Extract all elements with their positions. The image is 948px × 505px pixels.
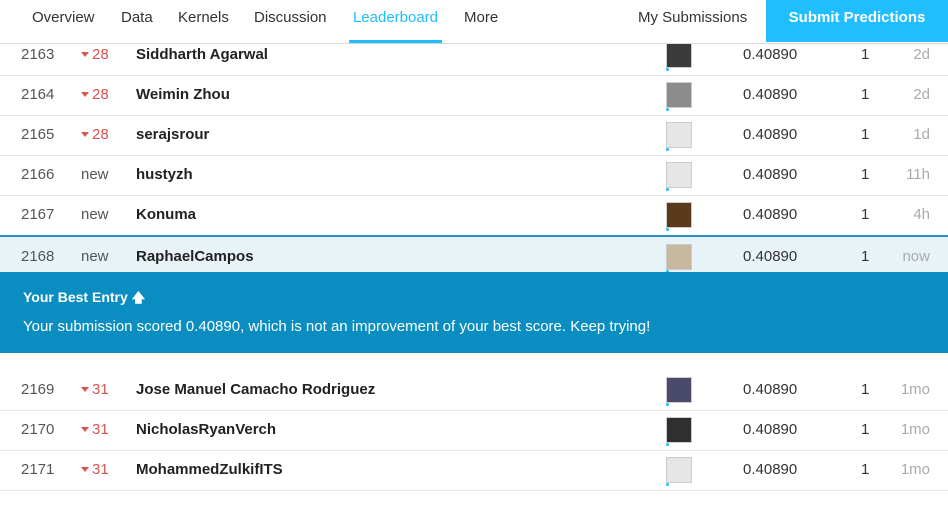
banner-message: Your submission scored 0.40890, which is… — [23, 318, 651, 335]
caret-down-icon — [81, 51, 89, 57]
avatar[interactable] — [666, 122, 692, 148]
table-row[interactable]: 2165 28 serajsrour 0.40890 1 1d — [0, 115, 948, 156]
entries: 1 — [861, 421, 870, 438]
rank-change: new — [81, 166, 109, 183]
avatar[interactable] — [666, 162, 692, 188]
last-submission: 4h — [913, 206, 930, 223]
rank-change: 28 — [81, 75, 109, 115]
team-name[interactable]: NicholasRyanVerch — [136, 410, 276, 450]
caret-down-icon — [81, 426, 89, 432]
table-row[interactable]: 2170 31 NicholasRyanVerch 0.40890 1 1mo — [0, 410, 948, 451]
tab-more[interactable]: More — [464, 0, 498, 43]
caret-down-icon — [81, 386, 89, 392]
rank-change: 28 — [81, 115, 109, 155]
table-row[interactable]: 2171 31 MohammedZulkifITS 0.40890 1 1mo — [0, 450, 948, 491]
best-entry-banner: Your Best Entry 🡅 Your submission scored … — [0, 272, 948, 353]
team-name[interactable]: hustyzh — [136, 155, 193, 195]
team-name[interactable]: Jose Manuel Camacho Rodriguez — [136, 370, 375, 410]
score: 0.40890 — [743, 126, 798, 143]
submit-predictions-button[interactable]: Submit Predictions — [766, 0, 948, 42]
avatar[interactable] — [666, 457, 692, 483]
score: 0.40890 — [743, 206, 798, 223]
rank: 2165 — [21, 126, 55, 143]
entries: 1 — [861, 166, 870, 183]
team-name[interactable]: Konuma — [136, 195, 196, 235]
last-submission: 11h — [906, 166, 930, 183]
status-dot — [666, 68, 669, 71]
table-row[interactable]: 2167 new Konuma 0.40890 1 4h — [0, 195, 948, 236]
rank: 2167 — [21, 206, 55, 223]
avatar[interactable] — [666, 82, 692, 108]
avatar[interactable] — [666, 42, 692, 68]
team-name[interactable]: Weimin Zhou — [136, 75, 230, 115]
entries: 1 — [861, 206, 870, 223]
status-dot — [666, 443, 669, 446]
entries: 1 — [861, 461, 870, 478]
last-submission: 1mo — [900, 381, 930, 398]
rank: 2170 — [21, 421, 55, 438]
score: 0.40890 — [743, 166, 798, 183]
avatar[interactable] — [666, 202, 692, 228]
rank-change: 31 — [81, 410, 109, 450]
status-dot — [666, 403, 669, 406]
rank: 2164 — [21, 86, 55, 103]
arrow-up-icon: 🡅 — [131, 290, 146, 305]
last-submission: 2d — [913, 86, 930, 103]
entries: 1 — [861, 248, 870, 265]
team-name[interactable]: RaphaelCampos — [136, 237, 254, 277]
rank: 2166 — [21, 166, 55, 183]
rank-change: new — [81, 248, 109, 265]
tab-data[interactable]: Data — [121, 0, 153, 43]
top-nav: Overview Data Kernels Discussion Leaderb… — [0, 0, 948, 44]
avatar[interactable] — [666, 377, 692, 403]
team-name[interactable]: MohammedZulkifITS — [136, 450, 283, 490]
score: 0.40890 — [743, 86, 798, 103]
caret-down-icon — [81, 91, 89, 97]
entries: 1 — [861, 86, 870, 103]
rank-change: 31 — [81, 370, 109, 410]
last-submission: now — [902, 248, 930, 265]
entries: 1 — [861, 126, 870, 143]
caret-down-icon — [81, 466, 89, 472]
banner-title: Your Best Entry 🡅 — [23, 289, 145, 311]
score: 0.40890 — [743, 421, 798, 438]
status-dot — [666, 108, 669, 111]
entries: 1 — [861, 381, 870, 398]
score: 0.40890 — [743, 461, 798, 478]
rank: 2169 — [21, 381, 55, 398]
table-row[interactable]: 2164 28 Weimin Zhou 0.40890 1 2d — [0, 75, 948, 116]
status-dot — [666, 148, 669, 151]
avatar[interactable] — [666, 417, 692, 443]
score: 0.40890 — [743, 248, 798, 265]
caret-down-icon — [81, 131, 89, 137]
status-dot — [666, 188, 669, 191]
rank: 2171 — [21, 461, 55, 478]
tab-discussion[interactable]: Discussion — [254, 0, 327, 43]
rank: 2168 — [21, 248, 55, 265]
team-name[interactable]: serajsrour — [136, 115, 209, 155]
my-submissions-link[interactable]: My Submissions — [638, 0, 747, 43]
tab-leaderboard[interactable]: Leaderboard — [349, 0, 442, 43]
status-dot — [666, 228, 669, 231]
status-dot — [666, 483, 669, 486]
table-row[interactable]: 2166 new hustyzh 0.40890 1 11h — [0, 155, 948, 196]
last-submission: 1mo — [900, 461, 930, 478]
rank-change: new — [81, 206, 109, 223]
tab-overview[interactable]: Overview — [32, 0, 95, 43]
last-submission: 1d — [913, 126, 930, 143]
table-row[interactable]: 2169 31 Jose Manuel Camacho Rodriguez 0.408… — [0, 370, 948, 411]
rank-change: 31 — [81, 450, 109, 490]
score: 0.40890 — [743, 381, 798, 398]
avatar[interactable] — [666, 244, 692, 270]
tab-kernels[interactable]: Kernels — [178, 0, 229, 43]
last-submission: 1mo — [900, 421, 930, 438]
